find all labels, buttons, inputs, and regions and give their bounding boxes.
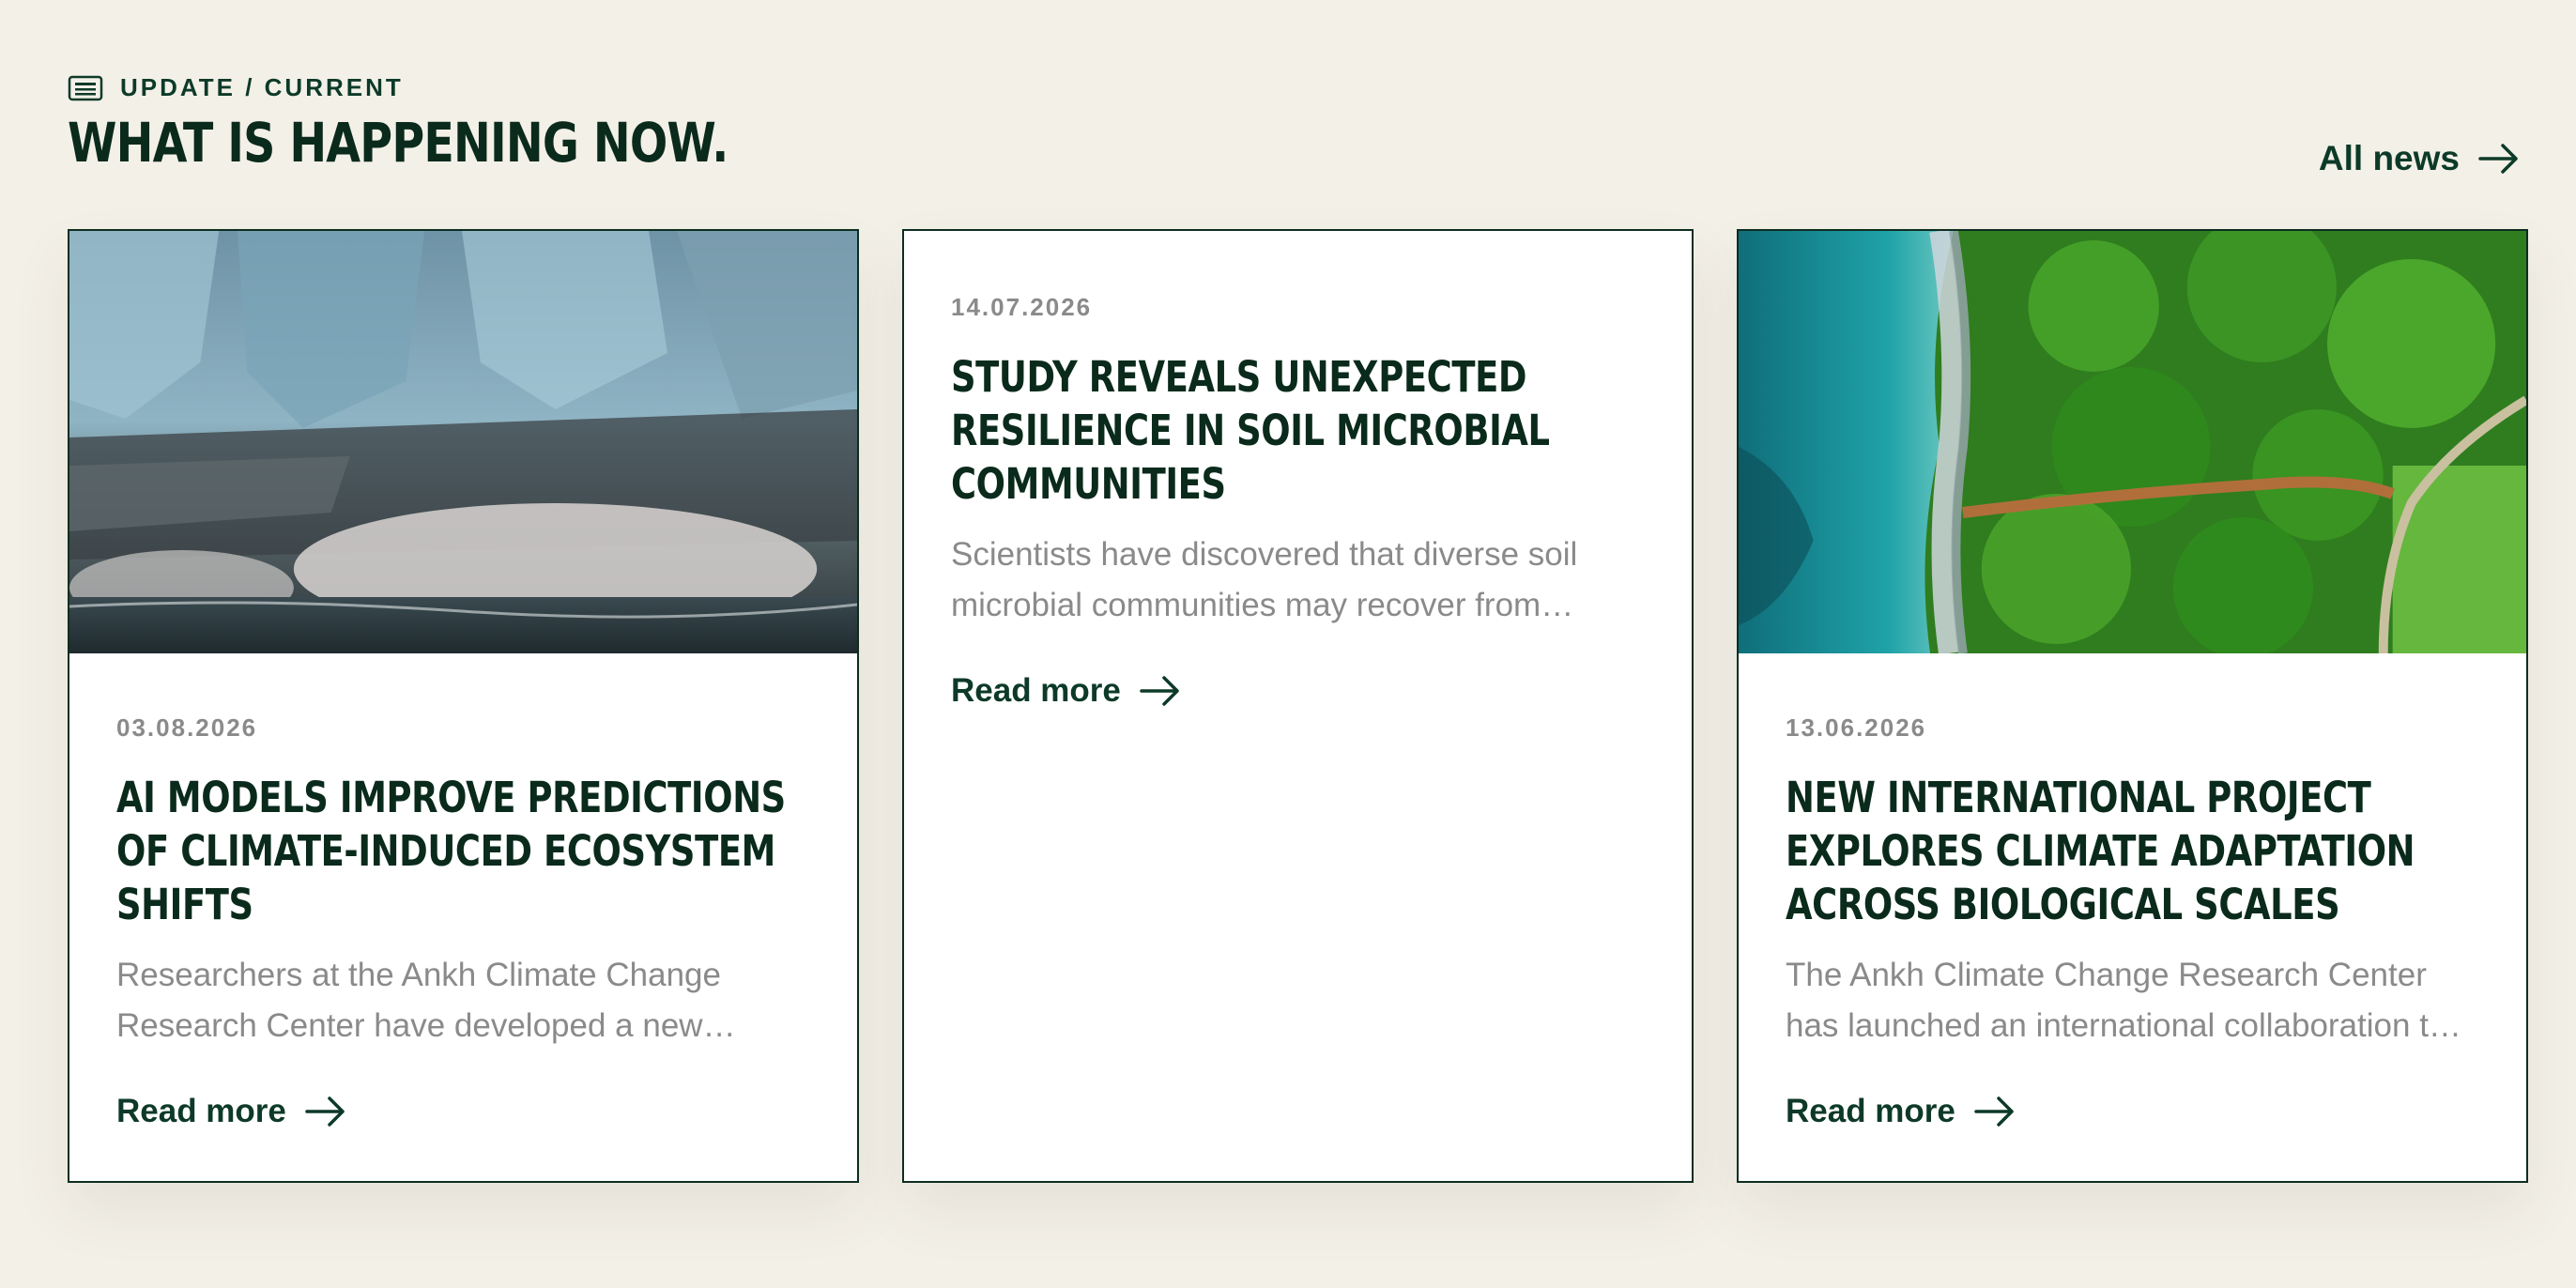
section-header: UPDATE / CURRENT WHAT IS HAPPENING NOW. … — [68, 73, 2527, 186]
read-more-link[interactable]: Read more — [1786, 1093, 2016, 1130]
glacier-calving-photo — [69, 231, 857, 653]
card-excerpt: Scientists have discovered that diverse … — [951, 536, 1578, 623]
card-title[interactable]: NEW INTERNATIONAL PROJECT EXPLORES CLIMA… — [1786, 771, 2463, 931]
card-title[interactable]: AI MODELS IMPROVE PREDICTIONS OF CLIMATE… — [116, 771, 794, 931]
news-card[interactable]: 14.07.2026 STUDY REVEALS UNEXPECTED RESI… — [902, 229, 1694, 1183]
card-excerpt: The Ankh Climate Change Research Center … — [1786, 957, 2461, 1044]
all-news-link[interactable]: All news — [2319, 139, 2520, 178]
newspaper-icon — [68, 75, 103, 100]
card-body: 14.07.2026 STUDY REVEALS UNEXPECTED RESI… — [904, 231, 1692, 710]
read-more-link[interactable]: Read more — [951, 672, 1181, 710]
news-card[interactable]: 13.06.2026 NEW INTERNATIONAL PROJECT EXP… — [1737, 229, 2528, 1183]
card-date: 14.07.2026 — [951, 293, 1093, 321]
all-news-label: All news — [2318, 139, 2460, 177]
card-excerpt: Researchers at the Ankh Climate Change R… — [116, 957, 736, 1044]
card-title[interactable]: STUDY REVEALS UNEXPECTED RESILIENCE IN S… — [951, 350, 1629, 511]
arrow-right-icon — [2478, 144, 2518, 174]
eyebrow: UPDATE / CURRENT — [68, 73, 2527, 102]
read-more-label: Read more — [116, 1093, 286, 1129]
card-body: 13.06.2026 NEW INTERNATIONAL PROJECT EXP… — [1739, 653, 2526, 1130]
card-body: 03.08.2026 AI MODELS IMPROVE PREDICTIONS… — [69, 653, 857, 1130]
coastline-forest-aerial-photo — [1739, 231, 2526, 653]
arrow-right-icon — [1974, 1096, 2014, 1127]
read-more-label: Read more — [951, 672, 1121, 709]
card-date: 13.06.2026 — [1786, 713, 1927, 742]
page-title: WHAT IS HAPPENING NOW. — [68, 111, 728, 175]
eyebrow-label: UPDATE / CURRENT — [120, 73, 404, 101]
news-card[interactable]: 03.08.2026 AI MODELS IMPROVE PREDICTIONS… — [68, 229, 859, 1183]
read-more-link[interactable]: Read more — [116, 1093, 346, 1130]
read-more-label: Read more — [1786, 1093, 1955, 1129]
arrow-right-icon — [305, 1096, 345, 1127]
arrow-right-icon — [1140, 676, 1179, 706]
card-date: 03.08.2026 — [116, 713, 258, 742]
news-cards: 03.08.2026 AI MODELS IMPROVE PREDICTIONS… — [68, 229, 2528, 1183]
